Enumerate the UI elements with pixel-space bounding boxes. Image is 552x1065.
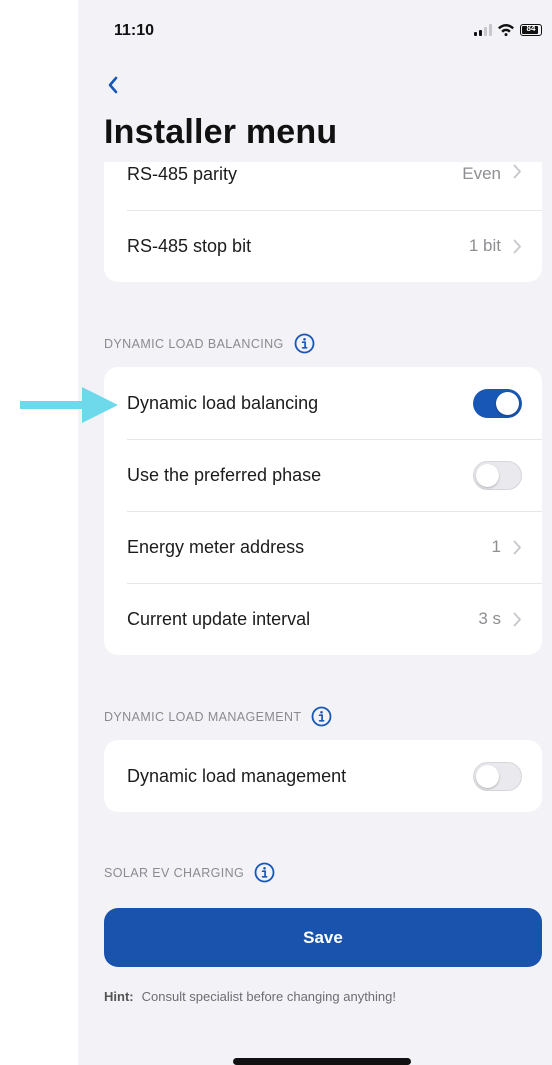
section-header-dynamic-load-management: DYNAMIC LOAD MANAGEMENT (104, 706, 332, 727)
rs485-parity-row[interactable]: RS-485 parity Even (104, 162, 542, 210)
toggle-knob (476, 463, 499, 487)
home-indicator (233, 1058, 411, 1065)
row-label: Dynamic load management (127, 765, 347, 786)
current-update-interval-row[interactable]: Current update interval 3 s (104, 583, 542, 655)
save-button[interactable]: Save (104, 908, 542, 967)
info-icon[interactable] (311, 706, 332, 727)
preferred-phase-row: Use the preferred phase (104, 439, 542, 511)
hint-label: Hint: (104, 989, 134, 1004)
section-header-dynamic-load-balancing: DYNAMIC LOAD BALANCING (104, 333, 315, 354)
dynamic-load-management-row: Dynamic load management (104, 740, 542, 812)
row-label: RS-485 stop bit (127, 235, 252, 256)
status-icons: 84 (474, 23, 542, 36)
row-value: Even (462, 164, 501, 183)
dynamic-load-balancing-row: Dynamic load balancing (104, 367, 542, 439)
energy-meter-address-row[interactable]: Energy meter address 1 (104, 511, 542, 583)
row-label: Current update interval (127, 608, 311, 629)
section-title: DYNAMIC LOAD MANAGEMENT (104, 709, 302, 724)
row-label: Energy meter address (127, 536, 305, 557)
chevron-right-icon (513, 239, 521, 253)
hint: Hint: Consult specialist before changing … (104, 989, 396, 1004)
preferred-phase-toggle[interactable] (473, 460, 522, 490)
rs485-settings-card: RS-485 parity Even RS-485 stop bit 1 bit (104, 162, 542, 282)
chevron-right-icon (513, 612, 521, 626)
phone-screen: 11:10 84 Installer menu RS-485 parity Ev… (78, 0, 552, 1065)
row-label: RS-485 parity (127, 164, 238, 184)
row-value: 1 bit (468, 236, 501, 255)
section-header-solar-ev-charging: SOLAR EV CHARGING (104, 862, 275, 883)
battery-level: 84 (526, 23, 536, 33)
chevron-right-icon (513, 540, 521, 554)
toggle-knob (476, 764, 499, 788)
hint-text: Consult specialist before changing anyth… (141, 989, 396, 1004)
dynamic-load-management-toggle[interactable] (473, 761, 522, 791)
section-title: DYNAMIC LOAD BALANCING (104, 336, 284, 351)
info-icon[interactable] (254, 862, 275, 883)
chevron-right-icon (513, 164, 521, 179)
info-icon[interactable] (294, 333, 315, 354)
back-chevron-icon[interactable] (106, 74, 120, 96)
wifi-icon (498, 24, 514, 36)
dynamic-load-balancing-card: Dynamic load balancing Use the preferred… (104, 367, 542, 655)
rs485-stop-bit-row[interactable]: RS-485 stop bit 1 bit (104, 210, 542, 282)
dynamic-load-balancing-toggle[interactable] (473, 388, 522, 418)
row-value: 1 (491, 537, 501, 556)
signal-icon (474, 23, 492, 36)
arrow-icon (20, 387, 118, 423)
row-label: Dynamic load balancing (127, 392, 319, 413)
dynamic-load-management-card: Dynamic load management (104, 740, 542, 812)
toggle-knob (496, 391, 519, 415)
section-title: SOLAR EV CHARGING (104, 865, 245, 880)
status-time: 11:10 (114, 22, 155, 39)
battery-icon: 84 (520, 23, 542, 36)
row-label: Use the preferred phase (127, 464, 322, 485)
row-value: 3 s (478, 609, 501, 628)
status-bar: 11:10 84 (78, 0, 552, 60)
page-title: Installer menu (104, 113, 338, 151)
